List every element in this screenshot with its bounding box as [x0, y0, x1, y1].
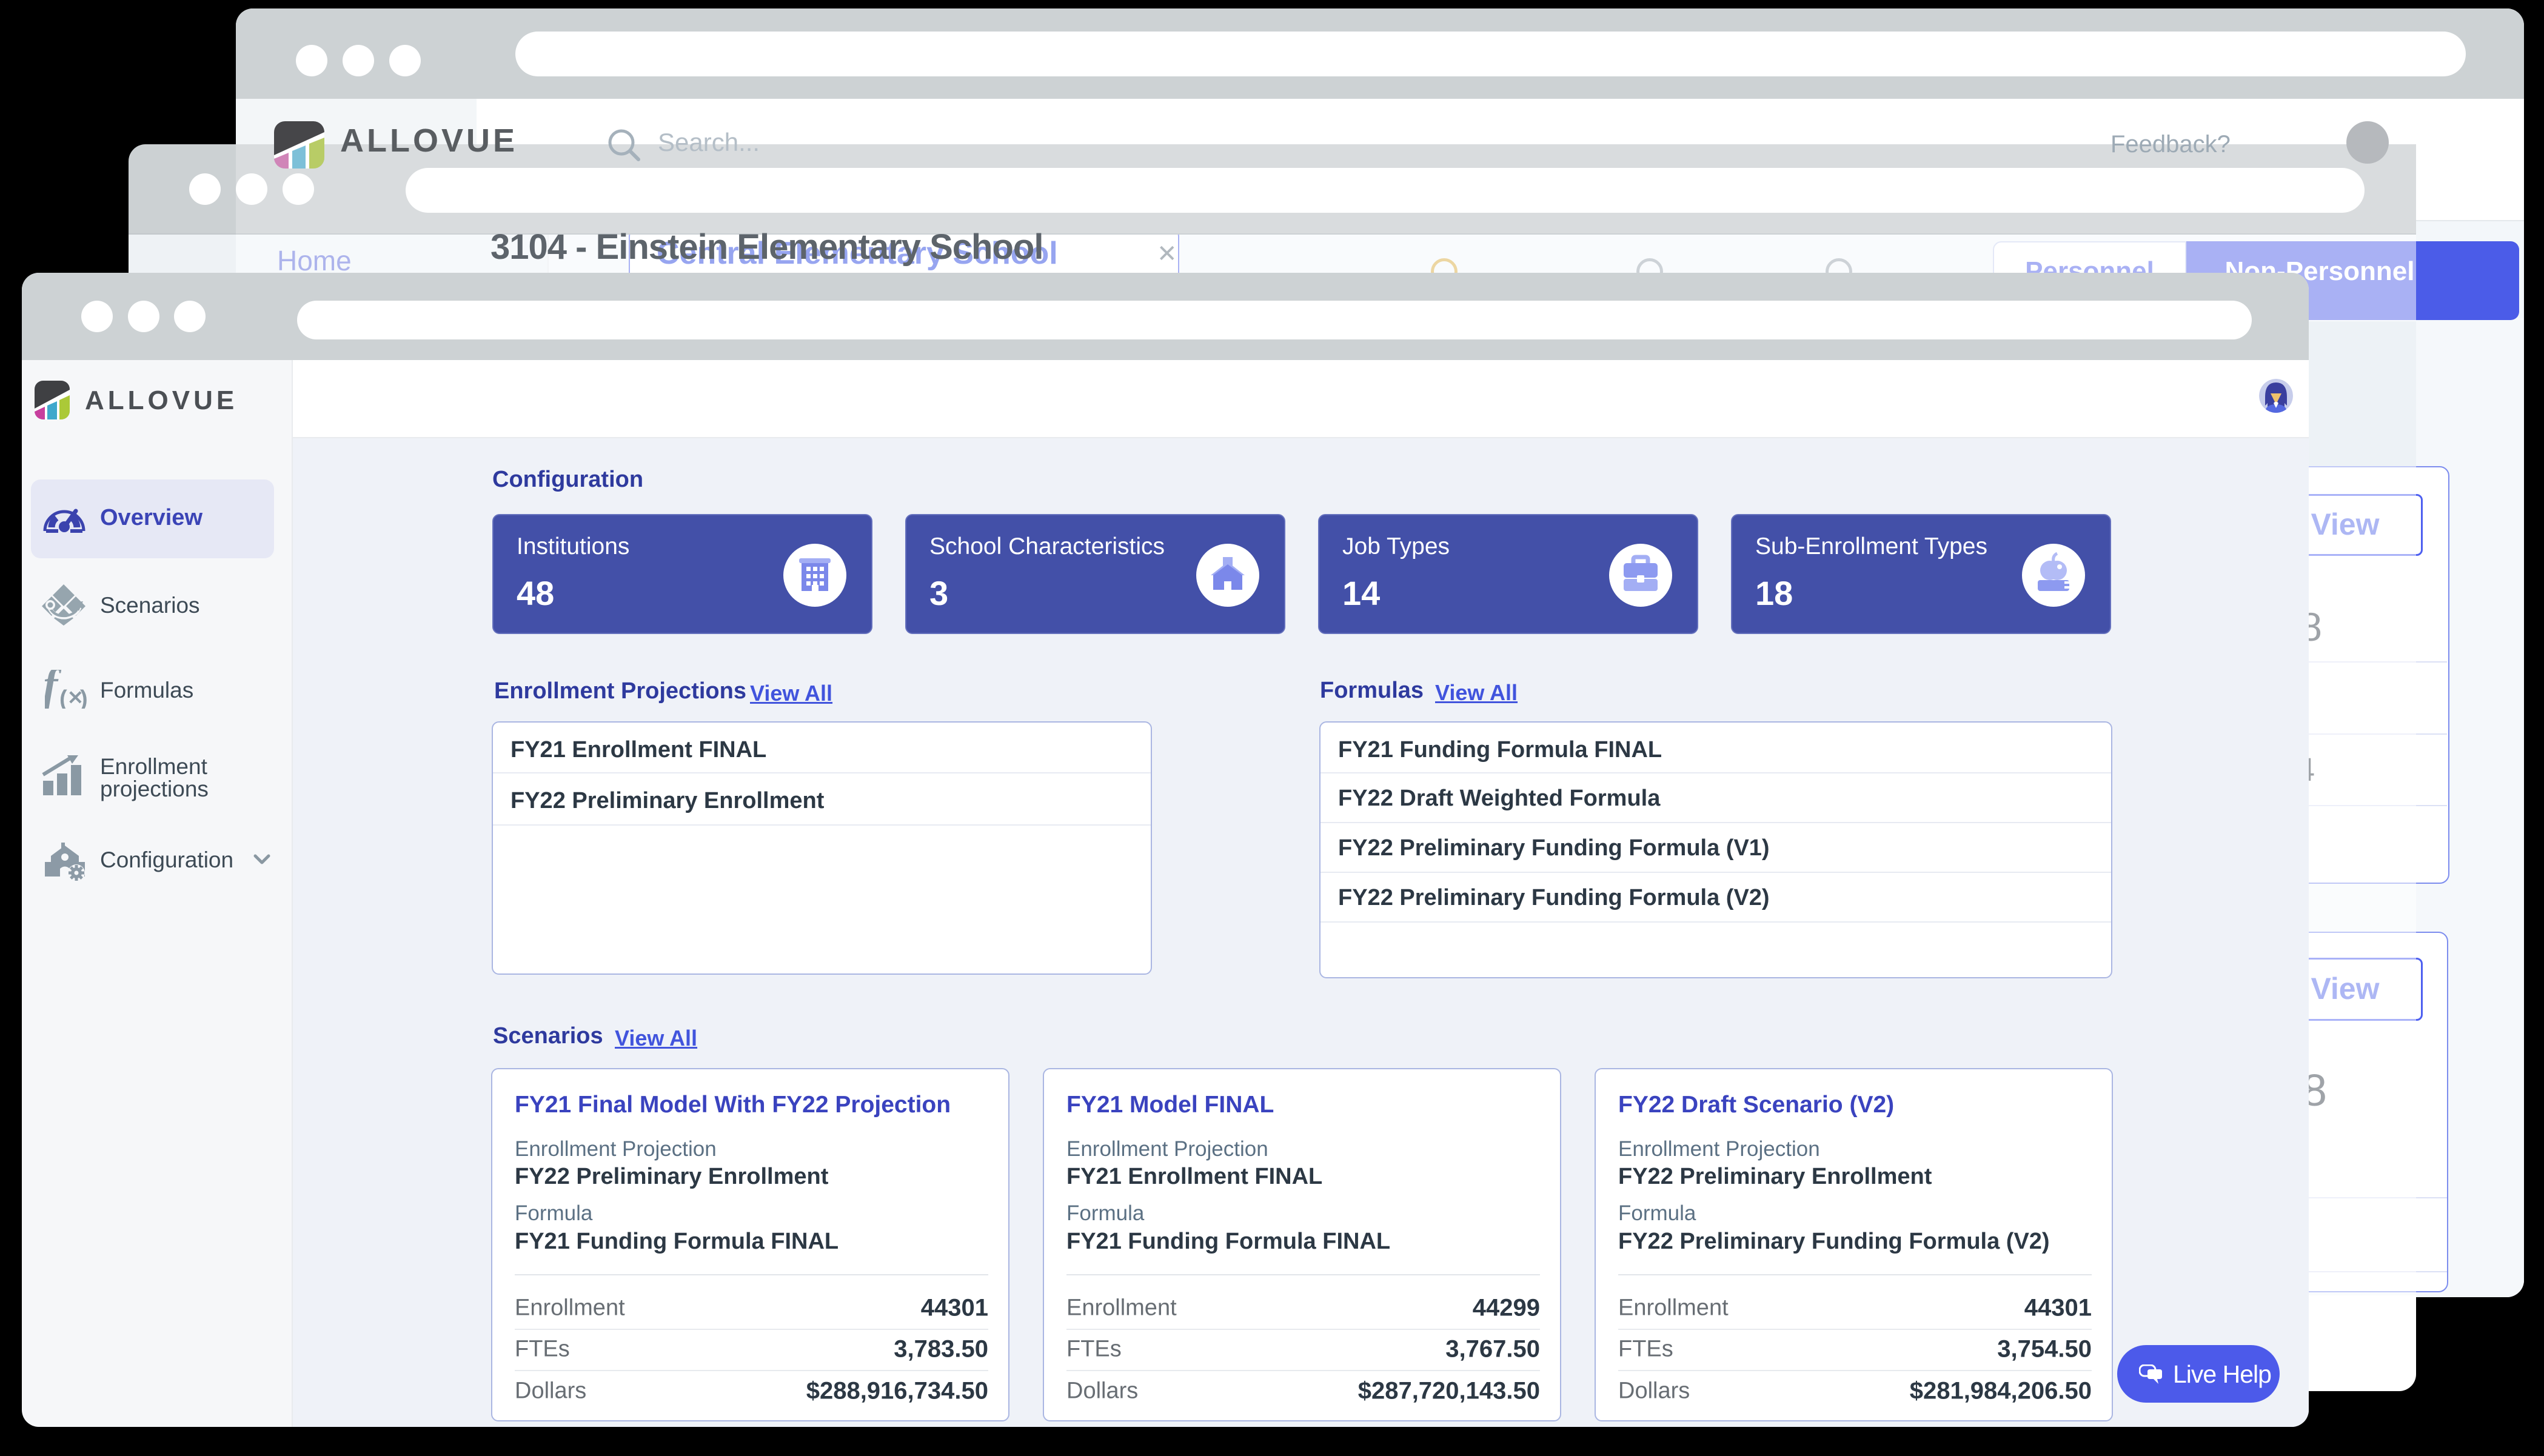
svg-text:): )	[80, 686, 87, 709]
svg-text:(: (	[59, 686, 67, 709]
